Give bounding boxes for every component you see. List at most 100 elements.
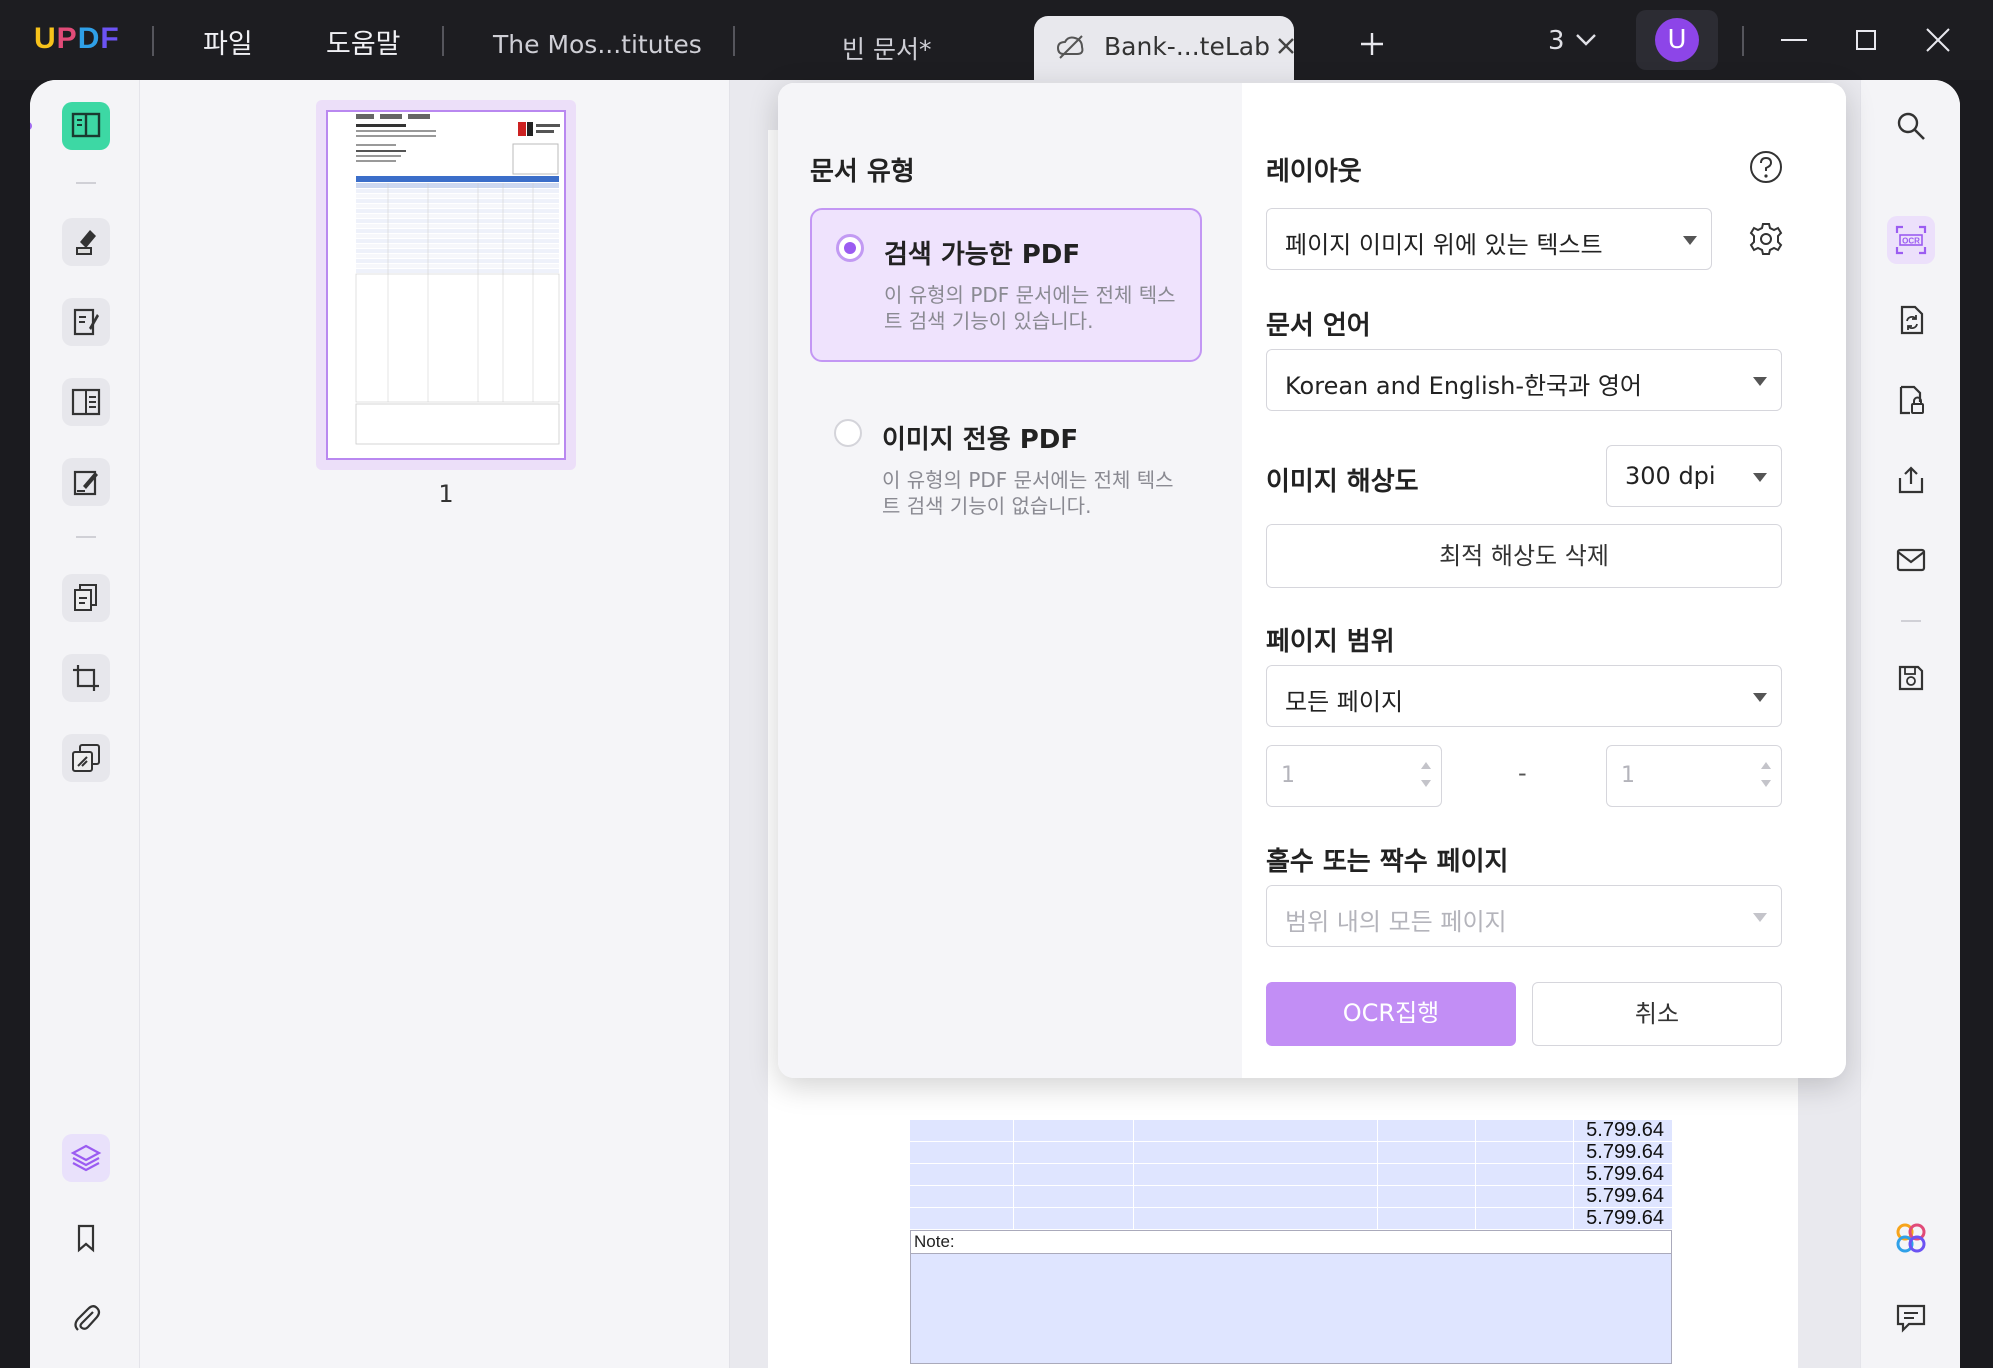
cancel-button[interactable]: 취소 [1532, 982, 1782, 1046]
dropdown-arrow-icon [1753, 913, 1767, 922]
sign-button[interactable] [62, 458, 110, 506]
page-range-select[interactable]: 모든 페이지 [1266, 665, 1782, 727]
remove-optimal-resolution-button[interactable]: 최적 해상도 삭제 [1266, 524, 1782, 588]
odd-even-pages-value: 범위 내의 모든 페이지 [1285, 908, 1507, 936]
menu-file[interactable]: 파일 [203, 22, 253, 61]
sign-icon [73, 470, 98, 496]
thumbnail-page-number: 1 [438, 480, 454, 508]
page-range-title: 페이지 범위 [1266, 627, 1395, 657]
comment-mode-button[interactable] [62, 218, 110, 266]
compress-button[interactable] [62, 734, 110, 782]
tab-label: Bank-...teLab [1104, 32, 1270, 61]
menu-help[interactable]: 도움말 [326, 22, 401, 61]
table-row: 5.799.64 [910, 1207, 1672, 1230]
run-ocr-button[interactable]: OCR집행 [1266, 982, 1516, 1046]
protect-button[interactable] [1887, 376, 1935, 424]
document-type-panel: 문서 유형 검색 가능한 PDF 이 유형의 PDF 문서에는 전체 텍스트 검… [778, 83, 1242, 1078]
tab-document-3-active[interactable]: Bank-...teLab [1034, 16, 1294, 80]
toolbar-divider [76, 182, 96, 184]
tab-document-1[interactable]: The Mos...titutes [493, 30, 702, 59]
image-only-pdf-title: 이미지 전용 PDF [882, 425, 1079, 455]
ocr-button[interactable]: OCR [1887, 216, 1935, 264]
table-row: 5.799.64 [910, 1163, 1672, 1186]
note-field [910, 1254, 1672, 1364]
bookmark-button[interactable] [62, 1214, 110, 1262]
minimize-icon[interactable] [1778, 24, 1810, 56]
stepper-down-icon[interactable] [1421, 780, 1431, 787]
email-button[interactable] [1887, 536, 1935, 584]
toolbar-divider [76, 536, 96, 538]
table-row: 5.799.64 [910, 1119, 1672, 1142]
balance-cell: 5.799.64 [1586, 1207, 1664, 1229]
bank-statement-preview [355, 114, 560, 445]
odd-even-pages-select[interactable]: 범위 내의 모든 페이지 [1266, 885, 1782, 947]
document-language-select[interactable]: Korean and English-한국과 영어 [1266, 349, 1782, 411]
maximize-icon[interactable] [1850, 24, 1882, 56]
option-searchable-pdf[interactable]: 검색 가능한 PDF 이 유형의 PDF 문서에는 전체 텍스트 검색 기능이 … [810, 208, 1202, 362]
account-button[interactable]: U [1636, 10, 1718, 70]
reader-mode-button[interactable] [62, 102, 110, 150]
option-image-only-pdf[interactable]: 이미지 전용 PDF 이 유형의 PDF 문서에는 전체 텍스트 검색 기능이 … [810, 395, 1202, 549]
chevron-down-icon[interactable] [1574, 30, 1598, 50]
comment-list-button[interactable] [1887, 1294, 1935, 1342]
column-divider [1133, 1120, 1134, 1230]
save-button[interactable] [1887, 654, 1935, 702]
searchable-pdf-radio[interactable] [836, 234, 864, 262]
column-divider [1013, 1120, 1014, 1230]
edit-mode-button[interactable] [62, 298, 110, 346]
separator [442, 26, 444, 56]
tab-document-2[interactable]: 빈 문서* [842, 30, 931, 66]
image-resolution-select[interactable]: 300 dpi [1606, 445, 1782, 507]
image-resolution-value: 300 dpi [1625, 462, 1716, 490]
searchable-pdf-title: 검색 가능한 PDF [884, 240, 1081, 270]
dropdown-arrow-icon [1683, 236, 1697, 245]
active-indicator [30, 122, 32, 130]
search-button[interactable] [1887, 102, 1935, 150]
layout-title: 레이아웃 [1266, 157, 1362, 187]
help-icon[interactable] [1748, 149, 1784, 185]
updf-logo: UPDF [34, 22, 120, 55]
balance-cell: 5.799.64 [1586, 1141, 1664, 1163]
ocr-settings-panel: 레이아웃 페이지 이미지 위에 있는 텍스트 문서 언어 Korean and … [1242, 83, 1846, 1078]
gear-icon[interactable] [1748, 221, 1784, 257]
page-layout-icon [71, 388, 101, 416]
layout-select-value: 페이지 이미지 위에 있는 텍스트 [1285, 231, 1603, 259]
statement-table: 5.799.64 5.799.64 5.799.64 5.799.64 5.79… [910, 1119, 1672, 1364]
close-tab-icon[interactable] [1274, 34, 1298, 58]
dropdown-arrow-icon [1753, 473, 1767, 482]
stepper-down-icon[interactable] [1761, 780, 1771, 787]
image-only-pdf-radio[interactable] [834, 419, 862, 447]
searchable-pdf-description: 이 유형의 PDF 문서에는 전체 텍스트 검색 기능이 있습니다. [884, 283, 1176, 333]
share-icon [1898, 466, 1924, 494]
bookmark-icon [77, 1224, 95, 1253]
layout-select[interactable]: 페이지 이미지 위에 있는 텍스트 [1266, 208, 1712, 270]
svg-text:OCR: OCR [1902, 237, 1920, 246]
page-thumbnail-image [326, 110, 566, 460]
organize-pages-button[interactable] [62, 574, 110, 622]
attachment-button[interactable] [62, 1294, 110, 1342]
right-toolbar: OCR [1860, 80, 1960, 1368]
ai-assistant-button[interactable] [1887, 1214, 1935, 1262]
page-thumbnail-selected[interactable] [316, 100, 576, 470]
stepper-up-icon[interactable] [1421, 762, 1431, 769]
share-button[interactable] [1887, 456, 1935, 504]
new-tab-icon[interactable] [1358, 30, 1386, 58]
organize-pages-icon [74, 584, 97, 611]
balance-cell: 5.799.64 [1586, 1163, 1664, 1185]
tab-count[interactable]: 3 [1548, 26, 1565, 56]
stepper-up-icon[interactable] [1761, 762, 1771, 769]
page-layout-button[interactable] [62, 378, 110, 426]
page-range-from-stepper[interactable]: 1 [1266, 745, 1442, 807]
separator [1742, 26, 1744, 56]
crop-button[interactable] [62, 654, 110, 702]
balance-cell: 5.799.64 [1586, 1119, 1664, 1141]
image-only-pdf-description: 이 유형의 PDF 문서에는 전체 텍스트 검색 기능이 없습니다. [882, 468, 1174, 518]
page-range-value: 모든 페이지 [1285, 688, 1404, 716]
close-window-icon[interactable] [1922, 24, 1954, 56]
layers-button[interactable] [62, 1134, 110, 1182]
comment-icon [1896, 1304, 1926, 1333]
convert-button[interactable] [1887, 296, 1935, 344]
ocr-icon: OCR [1895, 225, 1927, 255]
page-range-to-stepper[interactable]: 1 [1606, 745, 1782, 807]
dropdown-arrow-icon [1753, 377, 1767, 386]
